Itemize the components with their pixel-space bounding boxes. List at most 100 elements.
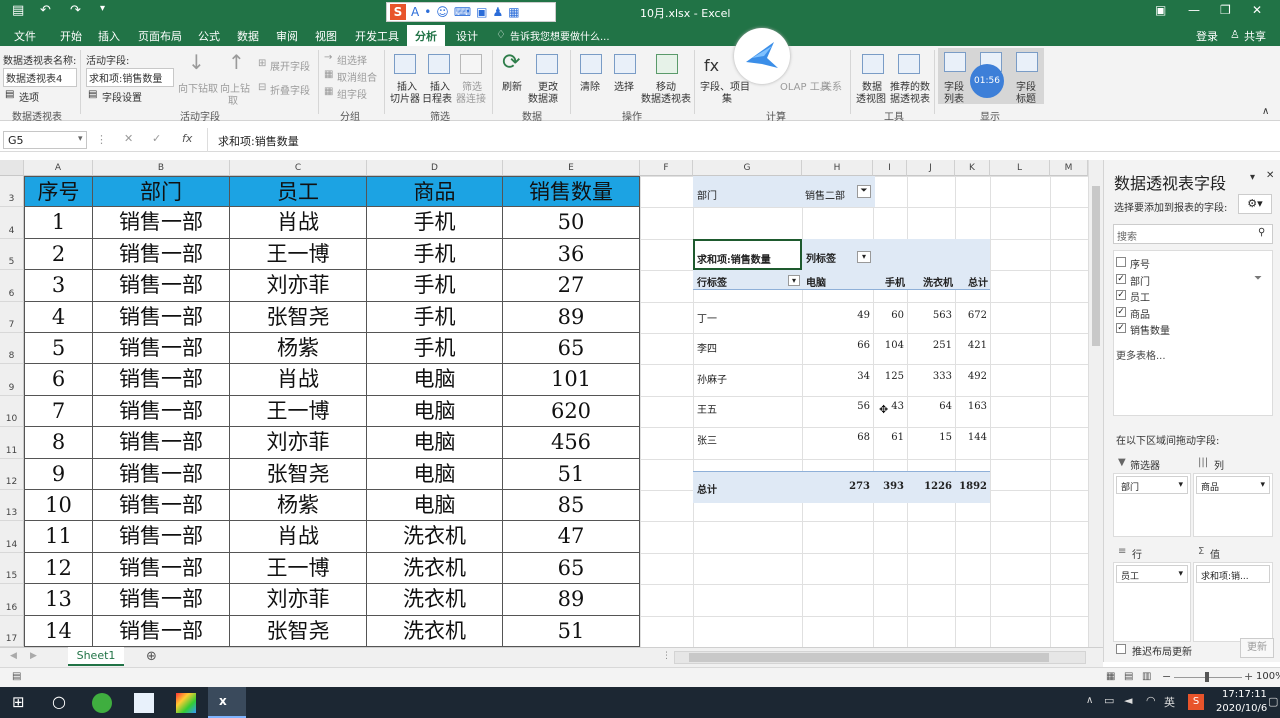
clock-date[interactable]: 2020/10/6 [1216, 703, 1267, 714]
tab-home[interactable]: 开始 [60, 28, 82, 44]
redo-icon[interactable]: ↷ [70, 3, 81, 18]
cell-employee[interactable]: 王一博 [230, 395, 367, 428]
field-settings-button[interactable]: 字段设置 [102, 89, 142, 104]
pivot-value-cell[interactable]: 56 [802, 401, 870, 412]
tray-up-icon[interactable]: ∧ [1086, 695, 1093, 706]
pivot-total-cell[interactable]: 1226 [907, 481, 952, 492]
ime-menu-icon[interactable]: ▦ [508, 5, 519, 19]
bird-app-icon[interactable] [134, 693, 154, 713]
clear-button[interactable]: 清除 [580, 78, 600, 93]
cell-seq[interactable]: 8 [24, 427, 93, 459]
ime-toolbox-icon[interactable]: ▣ [476, 5, 487, 19]
zoom-out-icon[interactable]: − [1162, 670, 1171, 683]
field-checkbox[interactable] [1116, 257, 1126, 267]
pivot-value-cell[interactable]: 163 [955, 401, 987, 412]
cell-seq[interactable]: 3 [24, 270, 93, 302]
pivot-value-label[interactable]: 求和项:销售数量 [693, 238, 802, 271]
filter-funnel-icon[interactable]: ⏷ [857, 185, 871, 198]
ime-tray-icon[interactable]: 英 [1164, 694, 1175, 710]
group-field-button[interactable]: 组字段 [337, 86, 367, 101]
scroll-thumb[interactable] [1092, 186, 1100, 346]
cell-employee[interactable]: 肖战 [230, 207, 367, 239]
h-scroll-thumb[interactable] [689, 653, 1049, 662]
field-checkbox[interactable]: ✓ [1116, 323, 1126, 333]
cell-dept[interactable]: 销售一部 [93, 238, 230, 271]
pivot-value-cell[interactable]: 421 [955, 340, 987, 351]
pivot-value-cell[interactable]: 49 [802, 310, 870, 321]
header-dept[interactable]: 部门 [93, 176, 230, 208]
rows-field-chip[interactable]: 员工 ▾ [1116, 565, 1188, 583]
cell-product[interactable]: 电脑 [367, 458, 503, 490]
cell-sales-qty[interactable]: 50 [503, 207, 640, 239]
save-icon[interactable]: ▤ [12, 3, 24, 18]
cell-employee[interactable]: 杨紫 [230, 333, 367, 365]
cell-product[interactable]: 洗衣机 [367, 584, 503, 616]
ribbon-display-icon[interactable]: ▣ [1155, 3, 1166, 17]
column-filter-dropdown-icon[interactable]: ▾ [857, 250, 871, 263]
cell-dept[interactable]: 销售一部 [93, 207, 230, 239]
column-header-f[interactable]: F [640, 160, 693, 176]
cell-sales-qty[interactable]: 51 [503, 458, 640, 490]
pivot-value-cell[interactable]: 43 [873, 401, 904, 412]
minimize-icon[interactable]: — [1188, 3, 1200, 17]
row-header-11[interactable]: 11 [0, 427, 24, 459]
cell-sales-qty[interactable]: 89 [503, 301, 640, 333]
insert-function-icon[interactable]: fx [182, 132, 192, 145]
field-checkbox[interactable]: ✓ [1116, 273, 1126, 284]
ime-emoji-icon[interactable]: ☺ [436, 5, 449, 19]
cell-product[interactable]: 手机 [367, 270, 503, 302]
column-header-l[interactable]: L [990, 160, 1050, 176]
cancel-icon[interactable]: ✕ [124, 132, 133, 145]
field-name[interactable]: 销售数量 [1130, 322, 1170, 337]
name-box[interactable]: G5 [3, 131, 87, 149]
normal-view-icon[interactable]: ▦ [1106, 671, 1115, 682]
row-header-9[interactable]: 9 [0, 364, 24, 396]
cell-dept[interactable]: 销售一部 [93, 301, 230, 333]
more-tables-link[interactable]: 更多表格... [1116, 347, 1166, 362]
cell-employee[interactable]: 杨紫 [230, 490, 367, 522]
cell-dept[interactable]: 销售一部 [93, 584, 230, 616]
gear-icon[interactable]: ⚙▾ [1238, 194, 1272, 214]
field-search-box[interactable]: 搜索 ⚲ [1113, 224, 1273, 244]
cell-product[interactable]: 手机 [367, 333, 503, 365]
select-all-corner[interactable] [0, 160, 24, 176]
cell-sales-qty[interactable]: 620 [503, 395, 640, 428]
cell-sales-qty[interactable]: 65 [503, 333, 640, 365]
pivot-value-cell[interactable]: 251 [907, 340, 952, 351]
cell-sales-qty[interactable]: 36 [503, 238, 640, 271]
row-header-15[interactable]: 15 [0, 552, 24, 585]
row-header-8[interactable]: 8 [0, 333, 24, 365]
pivot-total-cell[interactable]: 273 [802, 481, 870, 492]
pivot-value-cell[interactable]: 333 [907, 371, 952, 382]
vertical-scrollbar[interactable] [1088, 160, 1103, 647]
relationships-button[interactable]: 关系 [822, 78, 842, 93]
pivot-value-cell[interactable]: 125 [873, 371, 904, 382]
cell-employee[interactable]: 张智尧 [230, 301, 367, 333]
cell-seq[interactable]: 14 [24, 615, 93, 647]
zoom-in-icon[interactable]: + [1244, 670, 1253, 683]
cell-product[interactable]: 手机 [367, 238, 503, 271]
cell-product[interactable]: 电脑 [367, 427, 503, 459]
row-header-12[interactable]: 12 [0, 458, 24, 490]
row-header-3[interactable]: 3 [0, 176, 24, 208]
pane-close-icon[interactable]: ✕ [1266, 170, 1274, 181]
name-box-dropdown-icon[interactable]: ▾ [78, 134, 83, 144]
ime-keyboard-icon[interactable]: ⌨ [454, 5, 471, 19]
cell-product[interactable]: 手机 [367, 301, 503, 333]
cell-sales-qty[interactable]: 65 [503, 552, 640, 585]
cell-dept[interactable]: 销售一部 [93, 521, 230, 553]
page-break-view-icon[interactable]: ▥ [1142, 671, 1151, 682]
scroll-left-icon[interactable]: ◀ [10, 651, 17, 661]
windows-start-icon[interactable]: ⊞ [12, 693, 25, 711]
network-icon[interactable]: ▭ [1104, 694, 1114, 707]
colorful-app-icon[interactable] [176, 693, 196, 713]
row-filter-dropdown-icon[interactable]: ▾ [788, 275, 800, 287]
cell-employee[interactable]: 肖战 [230, 521, 367, 553]
column-header-i[interactable]: I [873, 160, 907, 176]
pivot-value-cell[interactable]: 34 [802, 371, 870, 382]
cell-employee[interactable]: 张智尧 [230, 615, 367, 647]
sign-in-link[interactable]: 登录 [1196, 28, 1218, 44]
select-button[interactable]: 选择 [614, 78, 634, 93]
refresh-button[interactable]: 刷新 [502, 78, 522, 93]
cell-dept[interactable]: 销售一部 [93, 364, 230, 396]
